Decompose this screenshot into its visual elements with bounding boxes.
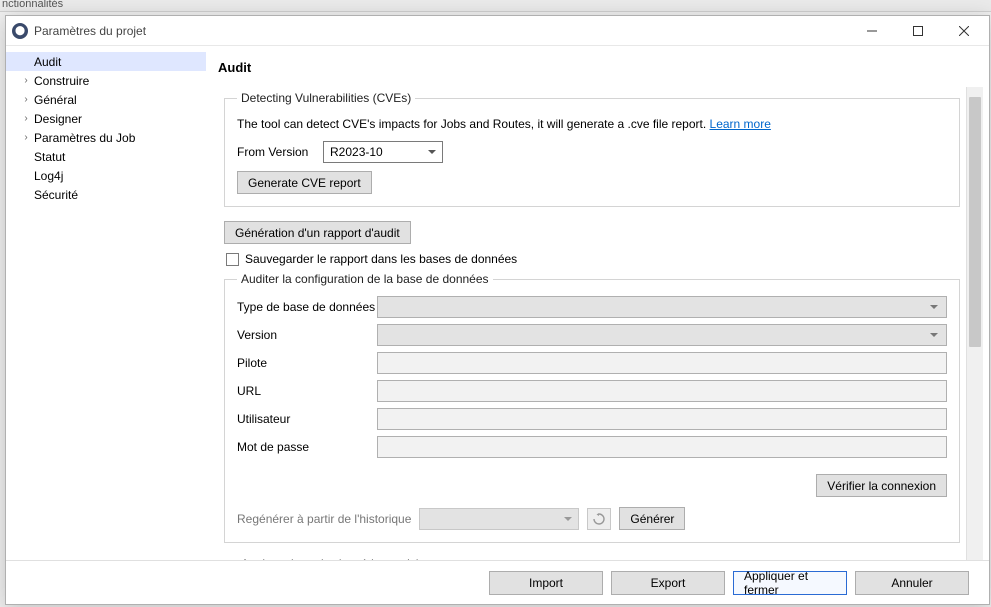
sidebar-item-audit[interactable]: Audit: [6, 52, 206, 71]
sidebar-item-job-params[interactable]: › Paramètres du Job: [6, 128, 206, 147]
db-version-select[interactable]: [377, 324, 947, 346]
generate-cve-button[interactable]: Generate CVE report: [237, 171, 372, 194]
sidebar-item-designer[interactable]: › Designer: [6, 109, 206, 128]
regen-history-select[interactable]: [419, 508, 579, 530]
generate-audit-report-button[interactable]: Génération d'un rapport d'audit: [224, 221, 411, 244]
from-version-label: From Version: [237, 145, 313, 159]
generate-button[interactable]: Générer: [619, 507, 685, 530]
apply-close-button[interactable]: Appliquer et fermer: [733, 571, 847, 595]
experimental-legend: Analyse de projet (expérimentale): [237, 557, 424, 560]
learn-more-link[interactable]: Learn more: [710, 117, 771, 131]
minimize-button[interactable]: [849, 16, 895, 46]
scrollbar-thumb[interactable]: [969, 97, 981, 347]
sidebar-item-securite[interactable]: Sécurité: [6, 185, 206, 204]
from-version-select[interactable]: R2023-10: [323, 141, 443, 163]
sidebar-item-general[interactable]: › Général: [6, 90, 206, 109]
window-title: Paramètres du projet: [34, 24, 146, 38]
db-config-legend: Auditer la configuration de la base de d…: [237, 272, 493, 286]
sidebar-item-construire[interactable]: › Construire: [6, 71, 206, 90]
page-title: Audit: [218, 60, 983, 75]
db-url-input[interactable]: [377, 380, 947, 402]
refresh-icon-button[interactable]: [587, 508, 611, 530]
cancel-button[interactable]: Annuler: [855, 571, 969, 595]
sidebar-item-label: Général: [34, 93, 77, 107]
expand-icon[interactable]: ›: [20, 94, 32, 105]
dialog-footer: Import Export Appliquer et fermer Annule…: [6, 560, 989, 604]
db-type-label: Type de base de données: [237, 300, 377, 314]
verify-connection-button[interactable]: Vérifier la connexion: [816, 474, 947, 497]
export-button[interactable]: Export: [611, 571, 725, 595]
db-type-select[interactable]: [377, 296, 947, 318]
cve-legend: Detecting Vulnerabilities (CVEs): [237, 91, 415, 105]
sidebar-item-label: Audit: [34, 55, 61, 69]
close-button[interactable]: [941, 16, 987, 46]
expand-icon[interactable]: ›: [20, 113, 32, 124]
db-config-group: Auditer la configuration de la base de d…: [224, 272, 960, 543]
app-icon: ⬤: [12, 23, 28, 39]
experimental-group: Analyse de projet (expérimentale): [224, 557, 960, 560]
expand-icon[interactable]: ›: [20, 132, 32, 143]
db-url-label: URL: [237, 384, 377, 398]
sidebar: Audit › Construire › Général › Designer …: [6, 46, 206, 560]
sidebar-item-label: Sécurité: [34, 188, 78, 202]
db-driver-input[interactable]: [377, 352, 947, 374]
maximize-button[interactable]: [895, 16, 941, 46]
sidebar-item-label: Log4j: [34, 169, 63, 183]
dialog-window: ⬤ Paramètres du projet Audit › Construir…: [5, 15, 990, 605]
db-version-label: Version: [237, 328, 377, 342]
vertical-scrollbar[interactable]: [966, 87, 983, 560]
content-area: Detecting Vulnerabilities (CVEs) The too…: [214, 87, 966, 560]
db-password-label: Mot de passe: [237, 440, 377, 454]
sidebar-item-label: Paramètres du Job: [34, 131, 135, 145]
sidebar-item-label: Designer: [34, 112, 82, 126]
db-user-input[interactable]: [377, 408, 947, 430]
regen-history-label: Regénérer à partir de l'historique: [237, 512, 411, 526]
bg-tab-label: nctionnalités: [2, 0, 63, 10]
cve-description: The tool can detect CVE's impacts for Jo…: [237, 117, 947, 131]
save-db-label: Sauvegarder le rapport dans les bases de…: [245, 252, 517, 266]
sidebar-item-label: Construire: [34, 74, 89, 88]
expand-icon[interactable]: ›: [20, 75, 32, 86]
import-button[interactable]: Import: [489, 571, 603, 595]
sidebar-item-statut[interactable]: Statut: [6, 147, 206, 166]
sidebar-item-label: Statut: [34, 150, 65, 164]
db-user-label: Utilisateur: [237, 412, 377, 426]
save-db-checkbox[interactable]: [226, 253, 239, 266]
db-password-input[interactable]: [377, 436, 947, 458]
sidebar-item-log4j[interactable]: Log4j: [6, 166, 206, 185]
titlebar: ⬤ Paramètres du projet: [6, 16, 989, 46]
cve-group: Detecting Vulnerabilities (CVEs) The too…: [224, 91, 960, 207]
db-driver-label: Pilote: [237, 356, 377, 370]
